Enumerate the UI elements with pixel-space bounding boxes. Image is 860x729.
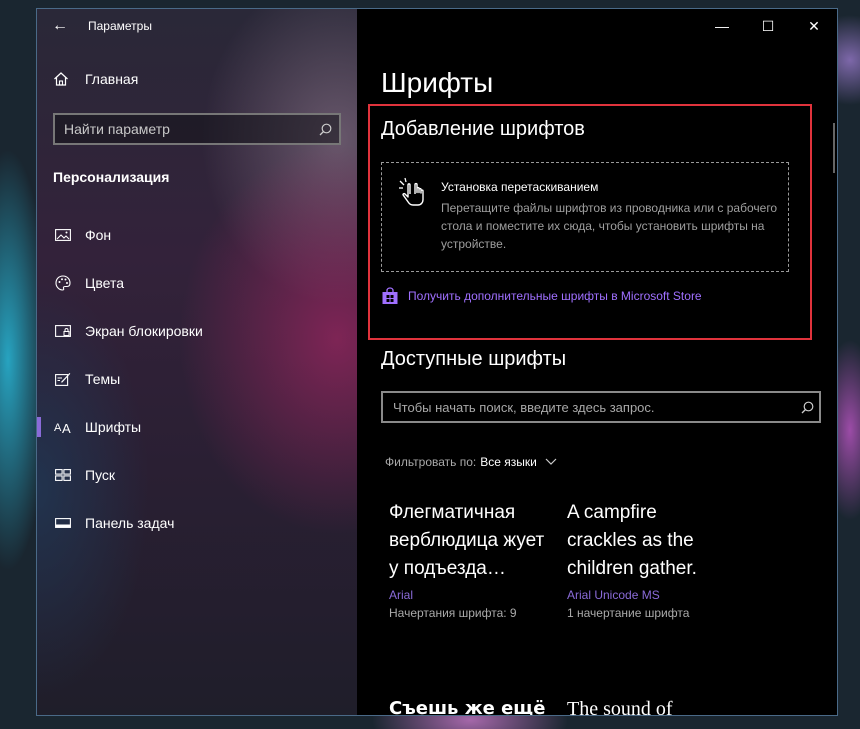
- sidebar-item-themes[interactable]: Темы: [37, 355, 357, 403]
- search-icon[interactable]: [795, 401, 819, 414]
- available-fonts-heading: Доступные шрифты: [381, 348, 567, 370]
- sidebar-item-start[interactable]: Пуск: [37, 451, 357, 499]
- home-icon: [53, 71, 73, 87]
- maximize-button[interactable]: ☐: [745, 9, 791, 43]
- sidebar: ← Параметры Главная Персонализация Фон: [37, 9, 357, 715]
- svg-text:A: A: [62, 421, 71, 434]
- drop-zone-description: Перетащите файлы шрифтов из проводника и…: [441, 201, 778, 251]
- font-search-input[interactable]: [383, 398, 795, 416]
- back-arrow-icon: ←: [52, 17, 68, 34]
- add-fonts-heading: Добавление шрифтов: [381, 118, 585, 140]
- font-card[interactable]: The sound of: [567, 695, 727, 716]
- start-icon: [53, 469, 73, 481]
- section-title: Персонализация: [53, 169, 170, 185]
- font-icon: AA: [53, 420, 73, 434]
- sidebar-item-taskbar[interactable]: Панель задач: [37, 499, 357, 547]
- font-styles-count: Начертания шрифта: 9: [389, 606, 517, 620]
- sidebar-item-label: Фон: [85, 227, 112, 243]
- sidebar-item-label: Панель задач: [85, 515, 175, 531]
- font-styles-count: 1 начертание шрифта: [567, 606, 690, 620]
- store-link-label: Получить дополнительные шрифты в Microso…: [408, 289, 702, 303]
- back-button[interactable]: ←: [37, 9, 83, 43]
- home-link[interactable]: Главная: [53, 71, 138, 87]
- drag-hand-icon: [396, 177, 432, 212]
- sidebar-item-colors[interactable]: Цвета: [37, 259, 357, 307]
- font-card-arial[interactable]: Флегматичная верблюдица жует у подъезда……: [389, 499, 549, 620]
- sidebar-item-label: Экран блокировки: [85, 323, 203, 339]
- sidebar-nav: Фон Цвета Экран блокировки Темы A A Шриф…: [37, 211, 357, 547]
- sidebar-item-label: Темы: [85, 371, 121, 387]
- window-controls: — ☐ ✕: [699, 9, 837, 43]
- page-title: Шрифты: [381, 67, 494, 98]
- store-bag-icon: [381, 287, 399, 305]
- home-label: Главная: [85, 71, 139, 87]
- themes-icon: [53, 372, 73, 386]
- sidebar-item-lock-screen[interactable]: Экран блокировки: [37, 307, 357, 355]
- settings-search-input[interactable]: [55, 120, 311, 138]
- font-search-box[interactable]: [381, 391, 821, 423]
- font-drop-zone[interactable]: Установка перетаскиванием Перетащите фай…: [381, 162, 789, 272]
- drop-zone-title: Установка перетаскиванием: [441, 180, 599, 194]
- search-icon[interactable]: [311, 123, 339, 136]
- font-card[interactable]: Съешь же ещё: [389, 695, 549, 716]
- filter-label: Фильтровать по:: [385, 455, 477, 469]
- picture-icon: [53, 228, 73, 242]
- language-filter: Фильтровать по: Все языки: [385, 455, 557, 469]
- font-name: Arial Unicode MS: [567, 588, 660, 602]
- font-card-arial-unicode-ms[interactable]: A campfire crackles as the children gath…: [567, 499, 727, 620]
- filter-dropdown[interactable]: Все языки: [480, 455, 537, 469]
- sidebar-item-label: Пуск: [85, 467, 116, 483]
- font-sample-text: Флегматичная верблюдица жует у подъезда…: [389, 502, 545, 579]
- sidebar-item-label: Шрифты: [85, 419, 142, 435]
- sidebar-item-background[interactable]: Фон: [37, 211, 357, 259]
- lock-screen-icon: [53, 324, 73, 338]
- font-sample-text: A campfire crackles as the children gath…: [567, 502, 697, 579]
- sidebar-item-fonts[interactable]: AA Шрифты: [37, 403, 357, 451]
- taskbar-icon: [53, 517, 73, 529]
- font-name: Arial: [389, 588, 414, 602]
- settings-search-box[interactable]: [53, 113, 341, 145]
- microsoft-store-link[interactable]: Получить дополнительные шрифты в Microso…: [381, 287, 702, 305]
- settings-window: ← Параметры Главная Персонализация Фон: [36, 8, 838, 716]
- close-button[interactable]: ✕: [791, 9, 837, 43]
- svg-text:A: A: [54, 422, 62, 434]
- scrollbar[interactable]: [833, 123, 835, 173]
- minimize-button[interactable]: —: [699, 9, 745, 43]
- font-sample-text: The sound of: [567, 698, 673, 716]
- chevron-down-icon[interactable]: [545, 458, 557, 466]
- sidebar-item-label: Цвета: [85, 275, 124, 291]
- main-pane: — ☐ ✕ Шрифты Добавление шрифтов Установк…: [357, 9, 837, 715]
- app-title: Параметры: [88, 19, 152, 33]
- font-sample-text: Съешь же ещё: [389, 698, 546, 716]
- title-bar: ← Параметры: [37, 9, 357, 43]
- palette-icon: [53, 275, 73, 291]
